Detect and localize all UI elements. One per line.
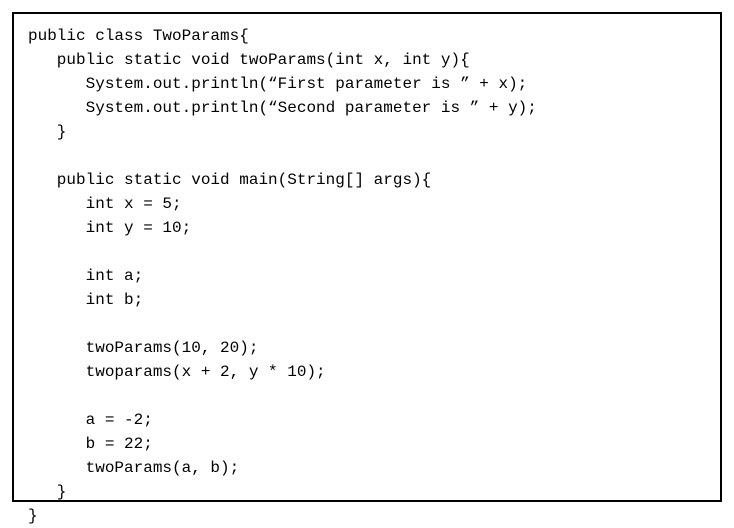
code-box: public class TwoParams{ public static vo…	[12, 12, 722, 502]
code-block: public class TwoParams{ public static vo…	[28, 24, 706, 528]
code-container: public class TwoParams{ public static vo…	[0, 0, 734, 514]
